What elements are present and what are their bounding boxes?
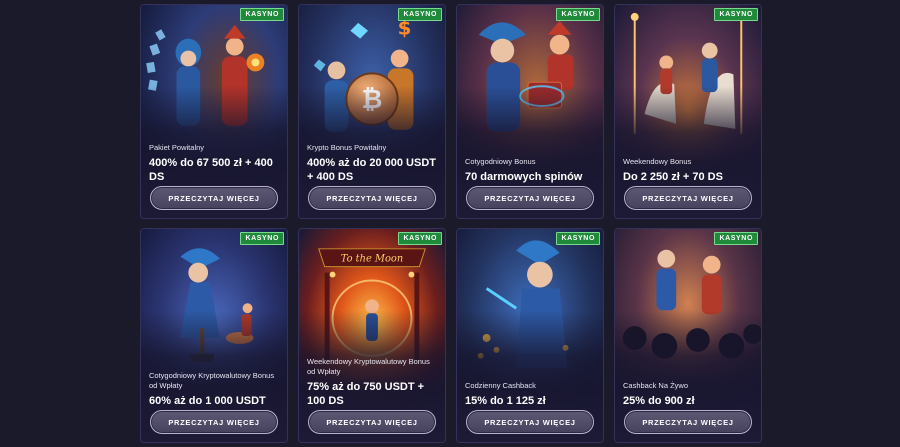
promo-subtitle: Weekendowy Bonus bbox=[623, 157, 692, 166]
category-badge: KASYNO bbox=[240, 8, 284, 21]
read-more-button[interactable]: PRZECZYTAJ WIĘCEJ bbox=[308, 410, 436, 434]
promotions-grid: KASYNO Pakiet Powitalny 400% do 67 500 z… bbox=[140, 4, 762, 444]
read-more-button[interactable]: PRZECZYTAJ WIĘCEJ bbox=[308, 186, 436, 210]
promo-offer: Do 2 250 zł + 70 DS bbox=[623, 171, 723, 183]
promo-offer: 15% do 1 125 zł bbox=[465, 395, 546, 407]
promo-offer: 400% aż do 20 000 USDT + 400 DS bbox=[307, 157, 437, 183]
read-more-button[interactable]: PRZECZYTAJ WIĘCEJ bbox=[466, 410, 594, 434]
read-more-button[interactable]: PRZECZYTAJ WIĘCEJ bbox=[624, 410, 752, 434]
promo-subtitle: Cashback Na Żywo bbox=[623, 381, 689, 390]
promo-card: KASYNO Codzienny Cashback 15% do 1 125 z… bbox=[456, 228, 604, 443]
promo-card: KASYNO Weekendowy Bonus Do 2 250 zł + 70… bbox=[614, 4, 762, 219]
read-more-button[interactable]: PRZECZYTAJ WIĘCEJ bbox=[150, 410, 278, 434]
read-more-button[interactable]: PRZECZYTAJ WIĘCEJ bbox=[150, 186, 278, 210]
promo-offer: 75% aż do 750 USDT + 100 DS bbox=[307, 381, 425, 407]
promo-subtitle: Krypto Bonus Powitalny bbox=[307, 143, 387, 152]
promo-offer: 60% aż do 1 000 USDT bbox=[149, 395, 266, 407]
promo-card: KASYNO Cotygodniowy Kryptowalutowy Bonus… bbox=[140, 228, 288, 443]
promo-offer: 25% do 900 zł bbox=[623, 395, 695, 407]
category-badge: KASYNO bbox=[398, 8, 442, 21]
promo-card: To the Moon KASYNO Weekendowy Kryptowalu… bbox=[298, 228, 446, 443]
promo-card: $ ₿ KASYNO Krypto Bonus Powitalny 400% a… bbox=[298, 4, 446, 219]
read-more-button[interactable]: PRZECZYTAJ WIĘCEJ bbox=[466, 186, 594, 210]
category-badge: KASYNO bbox=[398, 232, 442, 245]
promo-subtitle: Codzienny Cashback bbox=[465, 381, 536, 390]
category-badge: KASYNO bbox=[556, 232, 600, 245]
promo-subtitle: Cotygodniowy Kryptowalutowy Bonus od Wpł… bbox=[149, 371, 275, 390]
category-badge: KASYNO bbox=[556, 8, 600, 21]
promo-offer: 400% do 67 500 zł + 400 DS bbox=[149, 157, 273, 183]
moon-sign-text: To the Moon bbox=[341, 254, 403, 265]
promo-card: KASYNO Pakiet Powitalny 400% do 67 500 z… bbox=[140, 4, 288, 219]
category-badge: KASYNO bbox=[240, 232, 284, 245]
promo-subtitle: Pakiet Powitalny bbox=[149, 143, 205, 152]
category-badge: KASYNO bbox=[714, 232, 758, 245]
promo-subtitle: Weekendowy Kryptowalutowy Bonus od Wpłat… bbox=[307, 357, 430, 376]
promo-card: KASYNO Cotygodniowy Bonus 70 darmowych s… bbox=[456, 4, 604, 219]
read-more-button[interactable]: PRZECZYTAJ WIĘCEJ bbox=[624, 186, 752, 210]
promo-card: KASYNO Cashback Na Żywo 25% do 900 zł PR… bbox=[614, 228, 762, 443]
promo-offer: 70 darmowych spinów bbox=[465, 171, 583, 183]
category-badge: KASYNO bbox=[714, 8, 758, 21]
promo-subtitle: Cotygodniowy Bonus bbox=[465, 157, 536, 166]
